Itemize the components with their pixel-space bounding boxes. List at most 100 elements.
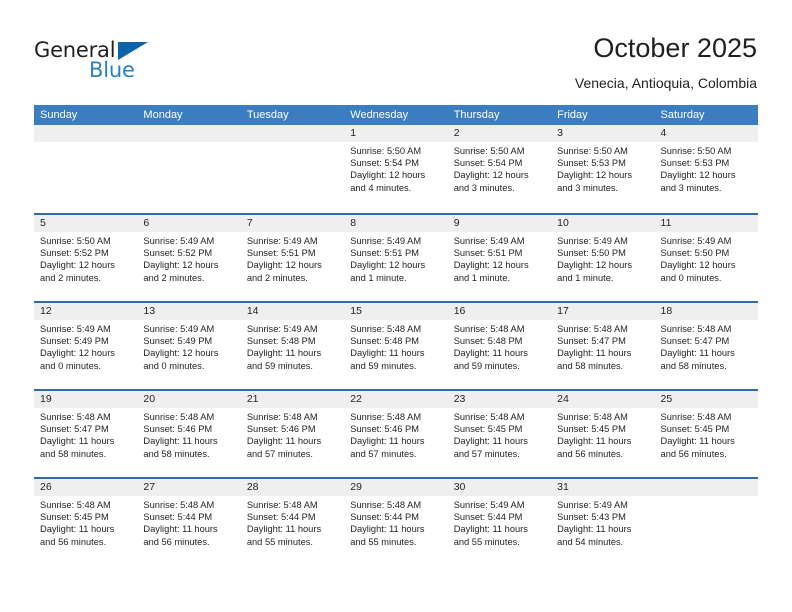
daylight-duration-line2: and 59 minutes. — [453, 360, 520, 371]
day-sun-info: Sunrise: 5:50 AM Sunset: 5:53 PM Daylight:… — [655, 142, 758, 194]
calendar-day-cell[interactable]: 1 Sunrise: 5:50 AM Sunset: 5:54 PM Daylight… — [344, 125, 448, 213]
calendar-day-cell[interactable]: 30 Sunrise: 5:49 AM Sunset: 5:44 PM Dayligh… — [447, 479, 552, 565]
day-sun-info: Sunrise: 5:49 AM Sunset: 5:43 PM Daylight:… — [551, 496, 654, 548]
daylight-duration-line2: and 58 minutes. — [660, 360, 727, 371]
daylight-duration-line1: Daylight: 11 hours — [660, 436, 735, 447]
daylight-duration-line1: Daylight: 11 hours — [453, 524, 528, 535]
sunset-time: Sunset: 5:51 PM — [350, 248, 419, 259]
daylight-duration-line2: and 59 minutes. — [246, 360, 313, 371]
daylight-duration-line1: Daylight: 11 hours — [660, 348, 735, 359]
day-number: 1 — [344, 125, 448, 142]
calendar-day-cell[interactable]: 28 Sunrise: 5:48 AM Sunset: 5:44 PM Dayligh… — [240, 479, 345, 565]
calendar-day-cell[interactable]: 11 Sunrise: 5:49 AM Sunset: 5:50 PM Dayligh… — [654, 215, 758, 301]
sunrise-time: Sunrise: 5:49 AM — [557, 236, 628, 246]
calendar-day-cell[interactable]: 13 Sunrise: 5:49 AM Sunset: 5:49 PM Dayligh… — [137, 303, 241, 389]
daylight-duration-line2: and 58 minutes. — [557, 360, 624, 371]
daylight-duration-line1: Daylight: 11 hours — [143, 524, 218, 535]
calendar-day-cell[interactable]: 12 Sunrise: 5:49 AM Sunset: 5:49 PM Dayligh… — [34, 303, 138, 389]
sunset-time: Sunset: 5:50 PM — [660, 248, 730, 259]
logo-text-blue: Blue — [89, 58, 135, 82]
sunset-time: Sunset: 5:50 PM — [557, 248, 626, 259]
sunset-time: Sunset: 5:43 PM — [557, 512, 626, 523]
calendar-day-cell[interactable]: 16 Sunrise: 5:48 AM Sunset: 5:48 PM Dayligh… — [447, 303, 552, 389]
sunset-time: Sunset: 5:46 PM — [350, 424, 419, 435]
sunrise-time: Sunrise: 5:50 AM — [660, 146, 732, 156]
sunset-time: Sunset: 5:48 PM — [246, 336, 316, 347]
calendar-day-cell[interactable]: 17 Sunrise: 5:48 AM Sunset: 5:47 PM Dayligh… — [551, 303, 655, 389]
daylight-duration-line1: Daylight: 11 hours — [557, 436, 632, 447]
calendar-day-cell-empty[interactable] — [240, 125, 345, 213]
day-sun-info: Sunrise: 5:48 AM Sunset: 5:47 PM Daylight:… — [34, 408, 137, 460]
sunset-time: Sunset: 5:48 PM — [350, 336, 419, 347]
daylight-duration-line2: and 1 minute. — [350, 272, 407, 283]
sunrise-time: Sunrise: 5:48 AM — [453, 324, 525, 334]
day-sun-info: Sunrise: 5:50 AM Sunset: 5:54 PM Daylight:… — [344, 142, 447, 194]
calendar-day-cell[interactable]: 9 Sunrise: 5:49 AM Sunset: 5:51 PM Daylight… — [447, 215, 552, 301]
calendar-day-cell[interactable]: 3 Sunrise: 5:50 AM Sunset: 5:53 PM Daylight… — [551, 125, 655, 213]
sunrise-time: Sunrise: 5:50 AM — [453, 146, 525, 156]
sunrise-time: Sunrise: 5:49 AM — [246, 236, 318, 246]
sunset-time: Sunset: 5:53 PM — [660, 158, 730, 169]
sunrise-time: Sunrise: 5:48 AM — [40, 500, 111, 510]
daylight-duration-line1: Daylight: 12 hours — [557, 170, 633, 181]
calendar-weeks: 1 Sunrise: 5:50 AM Sunset: 5:54 PM Daylight… — [34, 125, 758, 565]
day-number — [137, 125, 241, 142]
calendar-day-cell[interactable]: 7 Sunrise: 5:49 AM Sunset: 5:51 PM Daylight… — [240, 215, 345, 301]
calendar-day-cell[interactable]: 29 Sunrise: 5:48 AM Sunset: 5:44 PM Dayligh… — [344, 479, 448, 565]
calendar-day-cell[interactable]: 22 Sunrise: 5:48 AM Sunset: 5:46 PM Dayligh… — [344, 391, 448, 477]
sunset-time: Sunset: 5:54 PM — [350, 158, 419, 169]
day-sun-info: Sunrise: 5:48 AM Sunset: 5:48 PM Daylight:… — [344, 320, 447, 372]
day-sun-info — [241, 142, 344, 145]
calendar-day-cell[interactable]: 26 Sunrise: 5:48 AM Sunset: 5:45 PM Dayligh… — [34, 479, 138, 565]
sunset-time: Sunset: 5:44 PM — [453, 512, 523, 523]
calendar-day-cell[interactable]: 24 Sunrise: 5:48 AM Sunset: 5:45 PM Dayligh… — [551, 391, 655, 477]
calendar-day-cell[interactable]: 18 Sunrise: 5:48 AM Sunset: 5:47 PM Dayligh… — [654, 303, 758, 389]
calendar-day-cell[interactable]: 8 Sunrise: 5:49 AM Sunset: 5:51 PM Daylight… — [344, 215, 448, 301]
day-number: 14 — [240, 303, 345, 320]
calendar-day-cell[interactable]: 2 Sunrise: 5:50 AM Sunset: 5:54 PM Daylight… — [447, 125, 552, 213]
sunrise-time: Sunrise: 5:49 AM — [143, 324, 215, 334]
daylight-duration-line1: Daylight: 11 hours — [350, 436, 425, 447]
day-sun-info: Sunrise: 5:48 AM Sunset: 5:45 PM Daylight:… — [551, 408, 654, 460]
day-number: 7 — [240, 215, 345, 232]
daylight-duration-line2: and 2 minutes. — [40, 272, 101, 283]
calendar-day-cell[interactable]: 19 Sunrise: 5:48 AM Sunset: 5:47 PM Dayligh… — [34, 391, 138, 477]
calendar-day-cell-empty[interactable] — [137, 125, 241, 213]
calendar-grid: Sunday Monday Tuesday Wednesday Thursday Frid… — [34, 105, 758, 565]
calendar-day-cell[interactable]: 10 Sunrise: 5:49 AM Sunset: 5:50 PM Dayligh… — [551, 215, 655, 301]
day-sun-info: Sunrise: 5:48 AM Sunset: 5:45 PM Daylight:… — [448, 408, 551, 460]
calendar-week-row: 5 Sunrise: 5:50 AM Sunset: 5:52 PM Daylight… — [34, 213, 758, 301]
calendar-day-cell[interactable]: 23 Sunrise: 5:48 AM Sunset: 5:45 PM Dayligh… — [447, 391, 552, 477]
daylight-duration-line2: and 1 minute. — [557, 272, 614, 283]
calendar-day-cell[interactable]: 31 Sunrise: 5:49 AM Sunset: 5:43 PM Dayligh… — [551, 479, 655, 565]
calendar-day-cell[interactable]: 15 Sunrise: 5:48 AM Sunset: 5:48 PM Dayligh… — [344, 303, 448, 389]
daylight-duration-line2: and 2 minutes. — [246, 272, 308, 283]
daylight-duration-line1: Daylight: 11 hours — [246, 348, 322, 359]
sunrise-time: Sunrise: 5:48 AM — [350, 500, 422, 510]
sunset-time: Sunset: 5:49 PM — [143, 336, 213, 347]
day-sun-info: Sunrise: 5:49 AM Sunset: 5:44 PM Daylight:… — [448, 496, 551, 548]
day-number: 29 — [344, 479, 448, 496]
day-number: 28 — [240, 479, 345, 496]
day-number: 22 — [344, 391, 448, 408]
general-blue-logo: General Blue — [34, 38, 164, 84]
calendar-day-cell[interactable]: 20 Sunrise: 5:48 AM Sunset: 5:46 PM Dayligh… — [137, 391, 241, 477]
calendar-day-cell[interactable]: 5 Sunrise: 5:50 AM Sunset: 5:52 PM Daylight… — [34, 215, 138, 301]
day-number: 9 — [447, 215, 552, 232]
calendar-day-cell-empty[interactable] — [34, 125, 138, 213]
day-sun-info: Sunrise: 5:48 AM Sunset: 5:47 PM Daylight:… — [655, 320, 758, 372]
sunrise-time: Sunrise: 5:48 AM — [143, 412, 215, 422]
calendar-day-cell[interactable]: 6 Sunrise: 5:49 AM Sunset: 5:52 PM Daylight… — [137, 215, 241, 301]
calendar-day-cell[interactable]: 4 Sunrise: 5:50 AM Sunset: 5:53 PM Daylight… — [654, 125, 758, 213]
calendar-day-cell[interactable]: 25 Sunrise: 5:48 AM Sunset: 5:45 PM Dayligh… — [654, 391, 758, 477]
calendar-day-cell[interactable]: 21 Sunrise: 5:48 AM Sunset: 5:46 PM Dayligh… — [240, 391, 345, 477]
calendar-week-row: 1 Sunrise: 5:50 AM Sunset: 5:54 PM Daylight… — [34, 125, 758, 213]
day-sun-info — [34, 142, 137, 145]
day-number: 25 — [654, 391, 758, 408]
calendar-day-cell[interactable]: 14 Sunrise: 5:49 AM Sunset: 5:48 PM Dayligh… — [240, 303, 345, 389]
daylight-duration-line1: Daylight: 12 hours — [453, 260, 529, 271]
sunrise-time: Sunrise: 5:49 AM — [453, 236, 525, 246]
calendar-day-cell-empty[interactable] — [654, 479, 758, 565]
day-sun-info: Sunrise: 5:48 AM Sunset: 5:44 PM Daylight:… — [344, 496, 447, 548]
calendar-day-cell[interactable]: 27 Sunrise: 5:48 AM Sunset: 5:44 PM Dayligh… — [137, 479, 241, 565]
